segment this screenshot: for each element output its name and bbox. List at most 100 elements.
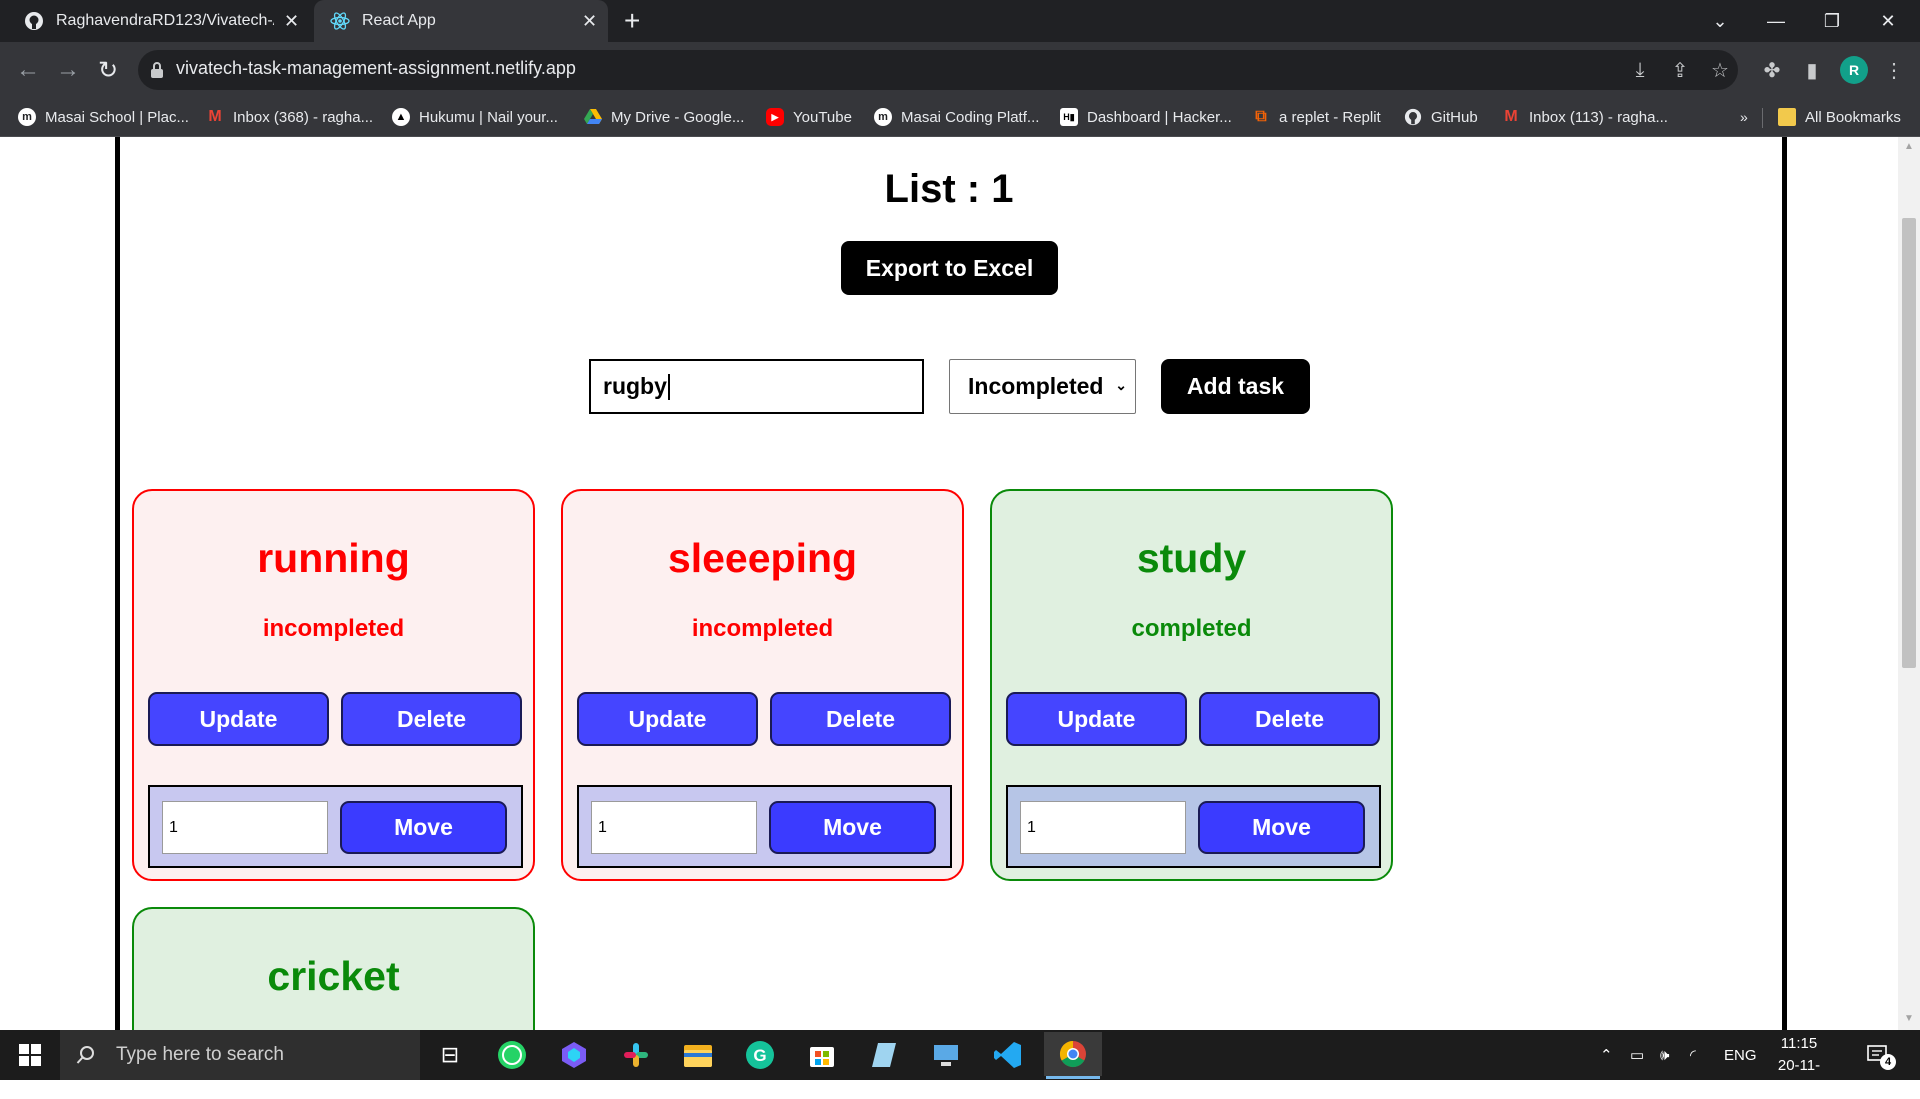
- replit-icon: ⧉: [1255, 108, 1267, 125]
- close-tab-icon[interactable]: ✕: [284, 12, 299, 30]
- extensions-icon[interactable]: ✤: [1760, 58, 1784, 82]
- url-text[interactable]: vivatech-task-management-assignment.netl…: [176, 58, 576, 79]
- update-button[interactable]: Update: [1006, 692, 1187, 746]
- battery-icon[interactable]: ▭: [1630, 1030, 1644, 1080]
- tab-react-app[interactable]: React App ✕: [314, 0, 608, 42]
- lock-icon[interactable]: [150, 61, 164, 84]
- taskbar-clock[interactable]: 11:15 20-11-2023: [1764, 1033, 1834, 1099]
- clock-time: 11:15: [1780, 1035, 1818, 1052]
- task-name: sleeeping: [667, 535, 858, 581]
- move-button[interactable]: Move: [769, 801, 936, 854]
- restore-icon[interactable]: ❐: [1804, 0, 1860, 42]
- bookmarks-overflow-button[interactable]: »: [1740, 100, 1748, 134]
- delete-button[interactable]: Delete: [770, 692, 951, 746]
- tab-title: React App: [362, 12, 436, 29]
- status-select[interactable]: Incompleted ⌄: [949, 359, 1136, 414]
- tab-search-icon[interactable]: ⌄: [1692, 0, 1748, 42]
- left-border-line: [115, 137, 120, 1030]
- task-name: running: [257, 535, 410, 581]
- bookmark-label: Inbox (368) - ragha...: [233, 108, 374, 126]
- new-tab-button[interactable]: +: [624, 4, 640, 38]
- update-button[interactable]: Update: [577, 692, 758, 746]
- export-to-excel-button[interactable]: Export to Excel: [841, 241, 1058, 295]
- bookmark-gmail-inbox-113[interactable]: M Inbox (113) - ragha...: [1502, 100, 1668, 134]
- gmail-icon: M: [1504, 108, 1518, 125]
- scrollbar-thumb[interactable]: [1902, 218, 1916, 668]
- copilot-icon[interactable]: [548, 1035, 600, 1075]
- windows-start-icon[interactable]: [0, 1030, 60, 1080]
- bookmarks-divider: [1762, 108, 1763, 128]
- task-card: cricket: [132, 907, 535, 1047]
- bookmark-label: Inbox (113) - ragha...: [1529, 108, 1668, 126]
- forward-icon[interactable]: →: [52, 54, 84, 86]
- close-window-icon[interactable]: ✕: [1860, 0, 1916, 42]
- update-button[interactable]: Update: [148, 692, 329, 746]
- hackerrank-icon: H▮: [1060, 108, 1078, 126]
- task-input-value: rugby: [603, 373, 667, 399]
- move-position-input[interactable]: 1: [591, 801, 757, 854]
- move-position-input[interactable]: 1: [1020, 801, 1186, 854]
- task-input[interactable]: rugby: [589, 359, 924, 414]
- bookmark-gmail-inbox-368[interactable]: M Inbox (368) - ragha...: [206, 100, 373, 134]
- bookmark-hackerrank[interactable]: H▮ Dashboard | Hacker...: [1060, 100, 1232, 134]
- text-caret: [667, 373, 670, 400]
- menu-icon[interactable]: ⋮: [1882, 58, 1906, 82]
- install-icon[interactable]: ⤓: [1628, 58, 1652, 82]
- bookmark-label: Dashboard | Hacker...: [1087, 108, 1232, 126]
- volume-icon[interactable]: 🕪: [1660, 1030, 1669, 1080]
- whatsapp-icon[interactable]: [486, 1035, 538, 1075]
- back-icon[interactable]: ←: [12, 54, 44, 86]
- vscode-icon[interactable]: [982, 1035, 1034, 1075]
- grammarly-icon[interactable]: G: [734, 1035, 786, 1075]
- github-icon: [24, 11, 44, 31]
- bookmark-masai-coding[interactable]: m Masai Coding Platf...: [874, 100, 1039, 134]
- all-bookmarks-folder[interactable]: All Bookmarks: [1778, 100, 1901, 134]
- bookmark-star-icon[interactable]: ☆: [1708, 58, 1732, 82]
- bookmark-label: Masai School | Plac...: [45, 108, 189, 126]
- notepad-icon[interactable]: [858, 1035, 910, 1075]
- right-border-line: [1782, 137, 1787, 1030]
- file-explorer-icon[interactable]: [672, 1035, 724, 1075]
- bookmark-youtube[interactable]: ▶ YouTube: [766, 100, 852, 134]
- add-task-button[interactable]: Add task: [1161, 359, 1310, 414]
- minimize-icon[interactable]: —: [1748, 0, 1804, 42]
- task-view-icon[interactable]: ⊟: [424, 1035, 476, 1075]
- masai-coding-icon: m: [874, 108, 892, 126]
- bookmark-hukumu[interactable]: ▲ Hukumu | Nail your...: [392, 100, 558, 134]
- gmail-icon: M: [208, 108, 222, 125]
- bookmark-google-drive[interactable]: My Drive - Google...: [584, 100, 744, 134]
- scroll-down-icon[interactable]: ▼: [1898, 1013, 1920, 1024]
- reload-icon[interactable]: ↻: [92, 54, 124, 86]
- chrome-icon[interactable]: [1044, 1032, 1102, 1076]
- side-panel-icon[interactable]: ▮: [1800, 58, 1824, 82]
- task-status: incompleted: [262, 615, 405, 642]
- move-panel: 1 Move: [1006, 785, 1381, 868]
- profile-avatar[interactable]: R: [1840, 56, 1868, 84]
- chevron-down-icon: ⌄: [1115, 377, 1127, 393]
- move-button[interactable]: Move: [1198, 801, 1365, 854]
- microsoft-store-icon[interactable]: [796, 1035, 848, 1075]
- github-icon: [1404, 108, 1422, 126]
- react-icon: [330, 11, 350, 31]
- bookmark-masai[interactable]: m Masai School | Plac...: [18, 100, 189, 134]
- show-hidden-icons[interactable]: ⌃: [1600, 1030, 1613, 1080]
- close-tab-icon[interactable]: ✕: [582, 12, 597, 30]
- network-icon[interactable]: [920, 1035, 972, 1075]
- move-position-input[interactable]: 1: [162, 801, 328, 854]
- bookmark-label: Masai Coding Platf...: [901, 108, 1040, 126]
- notification-count-badge: 4: [1880, 1054, 1896, 1070]
- bookmark-github[interactable]: GitHub: [1404, 100, 1478, 134]
- move-button[interactable]: Move: [340, 801, 507, 854]
- scroll-up-icon[interactable]: ▲: [1898, 141, 1920, 152]
- folder-icon: [1778, 108, 1796, 126]
- delete-button[interactable]: Delete: [1199, 692, 1380, 746]
- delete-button[interactable]: Delete: [341, 692, 522, 746]
- language-indicator[interactable]: ENG: [1724, 1030, 1757, 1080]
- share-icon[interactable]: ⇪: [1668, 58, 1692, 82]
- tab-github[interactable]: RaghavendraRD123/Vivatech-As ✕: [10, 0, 308, 42]
- taskbar-search[interactable]: Type here to search: [60, 1030, 420, 1080]
- slack-icon[interactable]: [610, 1035, 662, 1075]
- wifi-icon[interactable]: ◜: [1690, 1030, 1696, 1080]
- task-card: sleeeping incompleted Update Delete 1 Mo…: [561, 489, 964, 881]
- bookmark-replit[interactable]: ⧉ a replet - Replit: [1252, 100, 1380, 134]
